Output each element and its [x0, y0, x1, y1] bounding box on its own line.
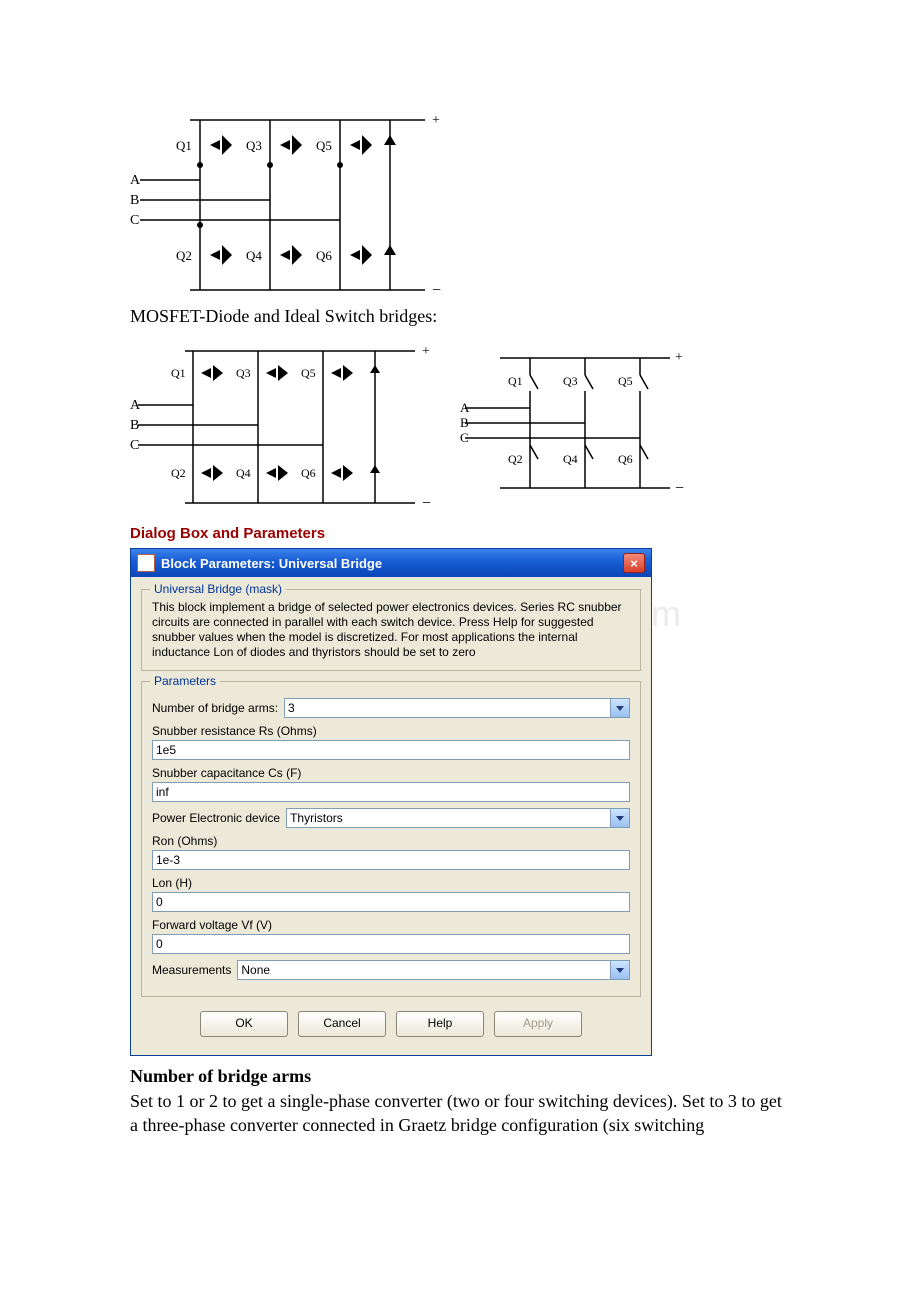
svg-text:Q5: Q5 — [316, 138, 332, 153]
help-button[interactable]: Help — [396, 1011, 484, 1037]
ok-button[interactable]: OK — [200, 1011, 288, 1037]
svg-text:+: + — [675, 350, 683, 365]
dialog-title: Block Parameters: Universal Bridge — [161, 556, 382, 571]
dialog-titlebar[interactable]: Block Parameters: Universal Bridge × — [131, 549, 651, 577]
svg-text:Q2: Q2 — [171, 466, 186, 480]
dialog-button-bar: OK Cancel Help Apply — [141, 1007, 641, 1047]
snubber-r-label: Snubber resistance Rs (Ohms) — [152, 724, 630, 738]
chevron-down-icon[interactable] — [610, 809, 629, 827]
lon-label: Lon (H) — [152, 876, 630, 890]
snubber-c-input[interactable] — [152, 782, 630, 802]
svg-text:A: A — [460, 400, 470, 415]
snubber-r-input[interactable] — [152, 740, 630, 760]
svg-text:Q4: Q4 — [563, 452, 578, 466]
device-value: Thyristors — [287, 809, 610, 827]
svg-text:+: + — [432, 113, 440, 128]
svg-text:C: C — [460, 430, 469, 445]
svg-text:Q3: Q3 — [246, 138, 262, 153]
cancel-button[interactable]: Cancel — [298, 1011, 386, 1037]
svg-text:+: + — [422, 344, 430, 359]
bridge-diagram-top: + − A B C Q1 — [130, 100, 450, 300]
device-label: Power Electronic device — [152, 811, 280, 825]
bridge-arms-label: Number of bridge arms: — [152, 701, 278, 715]
svg-text:Q6: Q6 — [618, 452, 633, 466]
close-icon[interactable]: × — [623, 553, 645, 573]
mosfet-caption: MOSFET-Diode and Ideal Switch bridges: — [130, 306, 790, 327]
svg-text:Q3: Q3 — [563, 374, 578, 388]
svg-text:A: A — [130, 173, 141, 188]
svg-text:Q4: Q4 — [236, 466, 251, 480]
svg-text:Q1: Q1 — [176, 138, 192, 153]
bridge-diagram-mosfet: + − A B C Q1 Q2 Q3 Q4 — [130, 333, 440, 513]
svg-text:Q6: Q6 — [301, 466, 316, 480]
ron-input[interactable] — [152, 850, 630, 870]
apply-button[interactable]: Apply — [494, 1011, 582, 1037]
parameters-groupbox: Parameters Number of bridge arms: 3 Snub… — [141, 681, 641, 997]
bridge-arms-combo[interactable]: 3 — [284, 698, 630, 718]
mask-description: This block implement a bridge of selecte… — [152, 600, 630, 660]
svg-text:C: C — [130, 213, 139, 228]
measurements-value: None — [238, 961, 610, 979]
chevron-down-icon[interactable] — [610, 699, 629, 717]
mask-legend: Universal Bridge (mask) — [150, 582, 286, 596]
measurements-label: Measurements — [152, 963, 231, 977]
vf-input[interactable] — [152, 934, 630, 954]
svg-text:Q3: Q3 — [236, 366, 251, 380]
app-icon — [137, 554, 155, 572]
ron-label: Ron (Ohms) — [152, 834, 630, 848]
svg-text:Q4: Q4 — [246, 248, 262, 263]
svg-text:−: − — [422, 495, 431, 512]
svg-text:Q5: Q5 — [301, 366, 316, 380]
mask-groupbox: Universal Bridge (mask) This block imple… — [141, 589, 641, 671]
svg-text:−: − — [432, 282, 441, 299]
svg-text:B: B — [130, 418, 139, 433]
bridge-diagram-ideal-switch: + − A B C Q1 Q2 Q3 — [460, 333, 690, 503]
svg-text:−: − — [675, 480, 684, 497]
svg-text:B: B — [130, 193, 139, 208]
chevron-down-icon[interactable] — [610, 961, 629, 979]
measurements-combo[interactable]: None — [237, 960, 630, 980]
svg-text:Q5: Q5 — [618, 374, 633, 388]
svg-text:Q2: Q2 — [176, 248, 192, 263]
svg-text:B: B — [460, 415, 469, 430]
subheading-number-arms: Number of bridge arms — [130, 1066, 790, 1087]
svg-text:A: A — [130, 398, 141, 413]
section-heading-dialog: Dialog Box and Parameters — [130, 525, 790, 542]
block-parameters-dialog: Block Parameters: Universal Bridge × Uni… — [130, 548, 652, 1056]
snubber-c-label: Snubber capacitance Cs (F) — [152, 766, 630, 780]
svg-text:Q1: Q1 — [171, 366, 186, 380]
svg-text:Q2: Q2 — [508, 452, 523, 466]
body-text-arms: Set to 1 or 2 to get a single-phase conv… — [130, 1089, 790, 1138]
vf-label: Forward voltage Vf (V) — [152, 918, 630, 932]
svg-text:C: C — [130, 438, 139, 453]
svg-text:Q1: Q1 — [508, 374, 523, 388]
svg-text:Q6: Q6 — [316, 248, 332, 263]
parameters-legend: Parameters — [150, 674, 220, 688]
device-combo[interactable]: Thyristors — [286, 808, 630, 828]
lon-input[interactable] — [152, 892, 630, 912]
bridge-arms-value: 3 — [285, 699, 610, 717]
